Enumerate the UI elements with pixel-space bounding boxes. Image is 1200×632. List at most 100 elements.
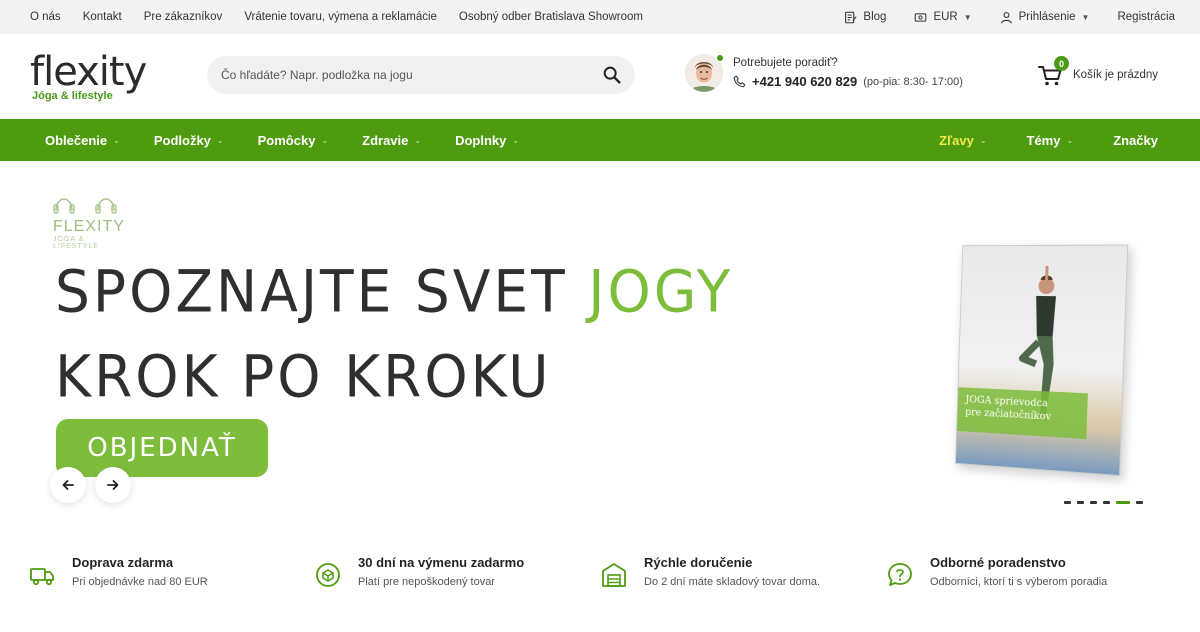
warehouse-icon [602, 563, 626, 587]
carousel-dot[interactable] [1064, 501, 1071, 504]
search-icon[interactable] [601, 64, 623, 86]
benefit-subtitle: Platí pre nepoškodený tovar [358, 576, 495, 588]
benefit-title: Doprava zdarma [72, 555, 174, 570]
carousel-next-button[interactable] [95, 467, 131, 503]
benefit-free-exchange: 30 dní na výmenu zadarmo Platí pre nepoš… [314, 555, 524, 589]
book-title-ribbon: JOGA sprievodca pre začiatočníkov [957, 387, 1088, 440]
nav-item-props[interactable]: Pomôcky ⌄ [258, 133, 329, 148]
nav-categories: Oblečenie ⌄ Podložky ⌄ Pomôcky ⌄ Zdravie ⌄ D… [45, 133, 553, 148]
link-returns[interactable]: Vrátenie tovaru, výmena a reklamácie [244, 11, 437, 23]
carousel-pagination [1064, 501, 1143, 504]
register-link[interactable]: Registrácia [1117, 11, 1175, 23]
chevron-down-icon: ⌄ [113, 135, 120, 145]
top-links: O nás Kontakt Pre zákazníkov Vrátenie to… [30, 11, 643, 23]
benefit-subtitle: Pri objednávke nad 80 EUR [72, 576, 208, 588]
carousel-dot[interactable] [1103, 501, 1110, 504]
carousel-dot[interactable] [1136, 501, 1143, 504]
chevron-down-icon: ⌄ [512, 135, 520, 145]
support-contact: Potrebujete poradiť? +421 940 620 829 (p… [685, 54, 963, 92]
nav-item-brands[interactable]: Značky [1113, 133, 1158, 148]
hero-logo-brand: FLEXITY [53, 218, 125, 235]
truck-icon [30, 568, 54, 586]
chevron-down-icon: ⌄ [1066, 135, 1074, 145]
register-label: Registrácia [1117, 11, 1175, 23]
support-question: Potrebujete poradiť? [733, 57, 838, 69]
avatar [685, 54, 724, 92]
benefit-subtitle: Odborníci, ktorí ti s výberom poradia [930, 576, 1108, 588]
site-header: flexity Jóga & lifestyle P [0, 34, 1200, 119]
site-logo[interactable]: flexity Jóga & lifestyle [30, 47, 180, 107]
hero-line1-accent: JOGY [588, 258, 734, 326]
blog-link[interactable]: Blog [844, 11, 886, 24]
hero-headline-line1: SPOZNAJTE SVET JOGY [55, 258, 733, 325]
hero-headline-line2: KROK PO KROKU [55, 343, 552, 411]
nav-label: Zdravie [362, 132, 409, 148]
logo-tagline: Jóga & lifestyle [32, 89, 113, 102]
benefit-text: Rýchle doručenie Do 2 dní máte skladový … [644, 555, 820, 588]
main-navigation: Oblečenie ⌄ Podložky ⌄ Pomôcky ⌄ Zdravie ⌄ D… [0, 119, 1200, 161]
login-dropdown[interactable]: Prihlásenie ▼ [1000, 11, 1090, 24]
support-hours: (po-pia: 8:30- 17:00) [863, 75, 963, 88]
online-status-indicator [716, 54, 724, 62]
phone-link[interactable]: +421 940 620 829 (po-pia: 8:30- 17:00) [733, 74, 963, 89]
hero-line1-text: SPOZNAJTE SVET [55, 258, 589, 326]
order-button[interactable]: OBJEDNAŤ [56, 419, 268, 477]
nav-item-mats[interactable]: Podložky ⌄ [154, 133, 224, 148]
nav-item-themes[interactable]: Témy ⌄ [1027, 133, 1074, 148]
phone-number: +421 940 620 829 [752, 74, 858, 89]
chat-question-icon [888, 563, 912, 586]
nav-label: Témy [1026, 132, 1061, 148]
link-showroom[interactable]: Osobný odber Bratislava Showroom [459, 11, 643, 23]
link-customers[interactable]: Pre zákazníkov [144, 11, 223, 23]
cart-button[interactable]: 0 Košík je prázdny [1037, 56, 1159, 88]
nav-label: Značky [1113, 132, 1158, 148]
link-contact[interactable]: Kontakt [83, 11, 122, 23]
chevron-down-icon: ⌄ [979, 135, 987, 145]
nav-item-accessories[interactable]: Doplnky ⌄ [455, 133, 519, 148]
money-icon [915, 12, 927, 22]
benefit-title: 30 dní na výmenu zadarmo [358, 555, 525, 570]
headphones-logo-icon [53, 198, 117, 214]
benefit-free-shipping: Doprava zdarma Pri objednávke nad 80 EUR [28, 555, 208, 589]
arrow-left-icon [62, 480, 74, 490]
benefit-fast-delivery: Rýchle doručenie Do 2 dní máte skladový … [600, 555, 820, 589]
benefit-title: Odborné poradenstvo [930, 555, 1066, 570]
search-input[interactable] [221, 68, 601, 82]
phone-icon [733, 75, 746, 88]
logo-wordmark: flexity [30, 48, 147, 95]
carousel-dot[interactable] [1090, 501, 1097, 504]
carousel-prev-button[interactable] [50, 467, 86, 503]
blog-label: Blog [863, 11, 887, 23]
benefit-expert-advice: Odborné poradenstvo Odborníci, ktorí ti … [886, 555, 1107, 589]
carousel-dot[interactable] [1077, 501, 1084, 504]
user-icon [1000, 11, 1012, 23]
benefit-text: 30 dní na výmenu zadarmo Platí pre nepoš… [358, 555, 524, 588]
nav-secondary: Zľavy ⌄ Témy ⌄ Značky [899, 133, 1158, 148]
nav-label: Oblečenie [45, 132, 108, 148]
blog-icon [845, 11, 858, 23]
nav-item-clothing[interactable]: Oblečenie ⌄ [45, 133, 120, 148]
chevron-down-icon: ▼ [963, 12, 972, 22]
book-cover: JOGA sprievodca pre začiatočníkov [955, 244, 1129, 477]
nav-item-health[interactable]: Zdravie ⌄ [362, 133, 421, 148]
carousel-dot-active[interactable] [1116, 501, 1130, 504]
cart-status-label: Košík je prázdny [1073, 69, 1159, 81]
hero-carousel: FLEXITY JOGA & LIFESTYLE SPOZNAJTE SVET … [0, 161, 1200, 516]
benefit-text: Doprava zdarma Pri objednávke nad 80 EUR [72, 555, 208, 588]
chevron-down-icon: ⌄ [414, 135, 422, 145]
nav-label: Podložky [153, 132, 211, 148]
nav-label: Zľavy [939, 132, 974, 148]
chevron-down-icon: ▼ [1081, 12, 1090, 22]
arrow-right-icon [107, 480, 119, 490]
benefits-bar: Doprava zdarma Pri objednávke nad 80 EUR… [0, 555, 1200, 605]
support-text: Potrebujete poradiť? +421 940 620 829 (p… [733, 57, 963, 89]
currency-label: EUR [933, 11, 958, 23]
currency-selector[interactable]: EUR ▼ [914, 11, 972, 24]
benefit-text: Odborné poradenstvo Odborníci, ktorí ti … [930, 555, 1107, 588]
link-about[interactable]: O nás [30, 11, 61, 23]
nav-item-sale[interactable]: Zľavy ⌄ [939, 133, 986, 148]
return-icon [316, 563, 340, 587]
benefit-subtitle: Do 2 dní máte skladový tovar doma. [644, 576, 821, 588]
top-utility-bar: O nás Kontakt Pre zákazníkov Vrátenie to… [0, 0, 1200, 34]
nav-label: Doplnky [455, 132, 507, 148]
